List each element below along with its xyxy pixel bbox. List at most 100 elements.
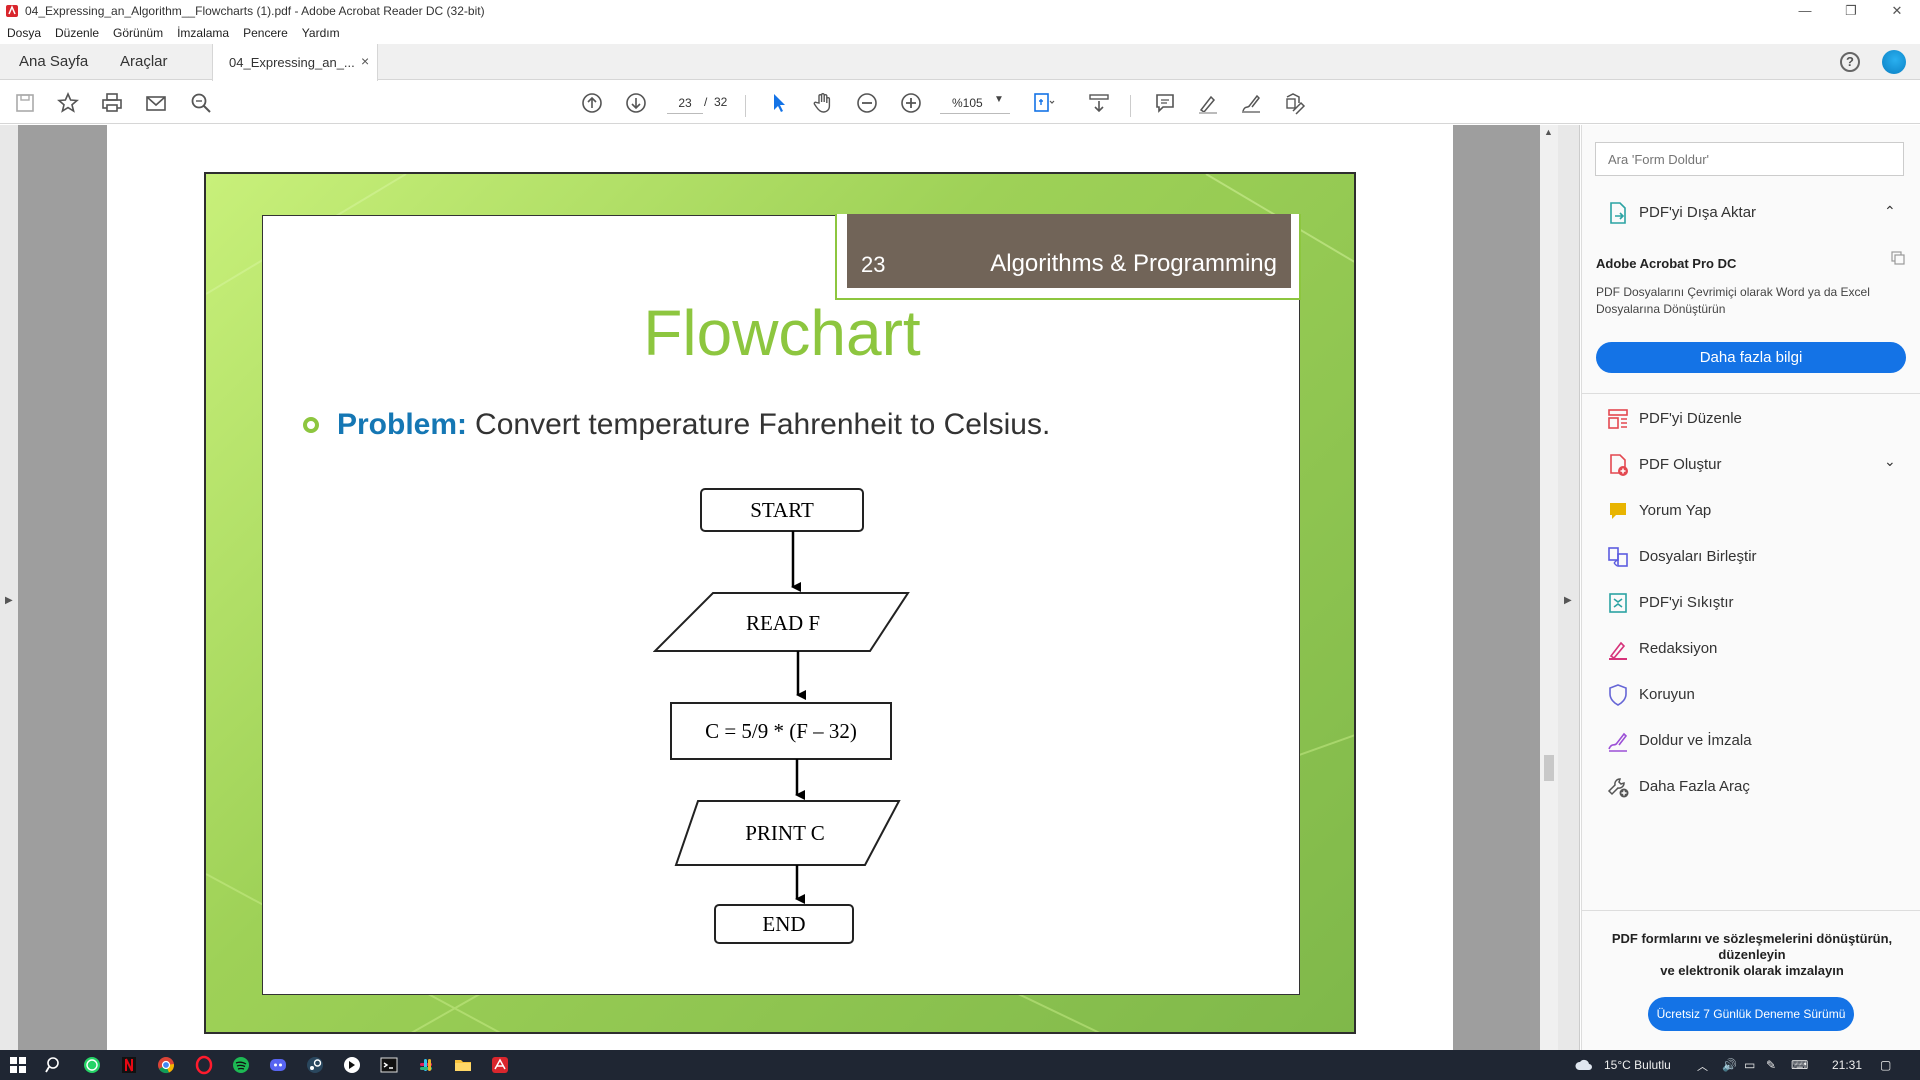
windows-start-icon[interactable] (8, 1055, 28, 1075)
tool-label: Daha Fazla Araç (1639, 778, 1750, 795)
tray-chevron-icon[interactable]: ︿ (1697, 1058, 1708, 1074)
tool-create-pdf[interactable]: PDF Oluştur ⌄ (1582, 447, 1920, 483)
weather-cloud-icon[interactable] (1574, 1055, 1594, 1075)
slack-icon[interactable] (416, 1055, 436, 1075)
toolbar-divider (745, 95, 746, 117)
acrobat-taskbar-icon[interactable] (490, 1055, 510, 1075)
restore-button[interactable]: ❐ (1828, 0, 1874, 22)
chevron-up-icon[interactable]: ⌃ (1884, 203, 1896, 220)
opera-icon[interactable] (194, 1055, 214, 1075)
save-icon[interactable] (12, 90, 38, 116)
chevron-down-icon[interactable]: ⌄ (1884, 453, 1896, 470)
highlight-pen-icon[interactable] (1195, 90, 1221, 116)
flow-process-label: C = 5/9 * (F – 32) (705, 719, 857, 743)
slide-course-title: Algorithms & Programming (990, 250, 1277, 277)
search-zoom-icon[interactable] (188, 90, 214, 116)
spotify-icon[interactable] (231, 1055, 251, 1075)
select-cursor-icon[interactable] (766, 90, 792, 116)
notification-icon[interactable]: ▢ (1880, 1058, 1891, 1072)
menu-view[interactable]: Görünüm (113, 26, 163, 40)
tools-search-input[interactable] (1595, 142, 1904, 176)
panel-divider (1582, 393, 1920, 394)
whatsapp-icon[interactable] (82, 1055, 102, 1075)
tool-comment[interactable]: Yorum Yap (1582, 493, 1920, 529)
comment-icon[interactable] (1152, 90, 1178, 116)
left-pane-toggle[interactable]: ▶ (0, 125, 18, 1050)
edit-pdf-icon (1608, 409, 1628, 429)
trial-promo: PDF formlarını ve sözleşmelerini dönüştü… (1582, 910, 1920, 1050)
fit-page-icon[interactable] (1030, 90, 1056, 116)
scroll-mode-icon[interactable] (1086, 90, 1112, 116)
share-edit-icon[interactable] (1282, 90, 1308, 116)
tool-compress-pdf[interactable]: PDF'yi Sıkıştır (1582, 585, 1920, 621)
print-icon[interactable] (99, 90, 125, 116)
tool-protect[interactable]: Koruyun (1582, 677, 1920, 713)
scroll-thumb[interactable] (1544, 755, 1554, 781)
weather-text[interactable]: 15°C Bulutlu (1604, 1058, 1671, 1072)
help-icon[interactable]: ? (1840, 52, 1860, 72)
vertical-scrollbar[interactable]: ▲ (1540, 125, 1558, 1050)
menu-window[interactable]: Pencere (243, 26, 288, 40)
comment-tool-icon (1610, 503, 1626, 519)
windows-taskbar: 15°C Bulutlu ︿ 🔊 ▭ ✎ ⌨ 21:31 ▢ (0, 1050, 1920, 1080)
next-page-icon[interactable] (623, 90, 649, 116)
slide-content-frame: 23 Algorithms & Programming Flowchart Pr… (262, 214, 1301, 995)
file-explorer-icon[interactable] (453, 1055, 473, 1075)
minimize-button[interactable]: — (1782, 0, 1828, 22)
netflix-icon[interactable] (119, 1055, 139, 1075)
trial-promo-line-2: ve elektronik olarak imzalayın (1660, 963, 1844, 978)
pen-icon[interactable]: ✎ (1766, 1058, 1776, 1072)
network-icon[interactable]: ▭ (1744, 1058, 1755, 1072)
hand-tool-icon[interactable] (810, 90, 836, 116)
menu-edit[interactable]: Düzenle (55, 26, 99, 40)
free-trial-button[interactable]: Ücretsiz 7 Günlük Deneme Sürümü (1648, 997, 1854, 1031)
menu-sign[interactable]: İmzalama (177, 26, 229, 40)
expand-left-icon[interactable]: ▶ (5, 595, 13, 606)
tab-document[interactable]: 04_Expressing_an_... × (212, 44, 378, 81)
tool-redact[interactable]: Redaksiyon (1582, 631, 1920, 667)
discord-icon[interactable] (268, 1055, 288, 1075)
close-window-button[interactable]: ✕ (1874, 0, 1920, 22)
export-pdf-tool[interactable]: PDF'yi Dışa Aktar ⌃ (1582, 195, 1920, 231)
terminal-icon[interactable] (379, 1055, 399, 1075)
tab-close-icon[interactable]: × (361, 53, 369, 69)
scroll-up-icon[interactable]: ▲ (1544, 127, 1553, 137)
email-icon[interactable] (143, 90, 169, 116)
combine-files-icon (1608, 547, 1628, 567)
zoom-out-icon[interactable] (854, 90, 880, 116)
tab-home[interactable]: Ana Sayfa (19, 53, 88, 70)
app-icon[interactable] (342, 1055, 362, 1075)
page-number-input[interactable]: 23 (667, 92, 703, 114)
learn-more-button[interactable]: Daha fazla bilgi (1596, 342, 1906, 373)
volume-icon[interactable]: 🔊 (1722, 1058, 1737, 1072)
tool-combine-files[interactable]: Dosyaları Birleştir (1582, 539, 1920, 575)
tool-fill-sign[interactable]: Doldur ve İmzala (1582, 723, 1920, 759)
user-avatar[interactable] (1882, 50, 1906, 74)
zoom-in-icon[interactable] (898, 90, 924, 116)
menu-file[interactable]: Dosya (7, 26, 41, 40)
previous-page-icon[interactable] (579, 90, 605, 116)
tool-edit-pdf[interactable]: PDF'yi Düzenle (1582, 401, 1920, 437)
steam-icon[interactable] (305, 1055, 325, 1075)
tab-tools[interactable]: Araçlar (120, 53, 168, 70)
create-pdf-icon (1610, 454, 1628, 476)
wrench-plus-icon (1607, 778, 1629, 798)
flowchart: START READ F C = 5/9 * (F – 32) PRINT C (653, 488, 910, 944)
search-icon[interactable] (44, 1055, 64, 1075)
sign-icon[interactable] (1238, 90, 1264, 116)
tools-pane: PDF'yi Dışa Aktar ⌃ Adobe Acrobat Pro DC… (1581, 125, 1920, 1050)
bullet-circle-icon (303, 417, 319, 433)
keyboard-icon[interactable]: ⌨ (1791, 1058, 1808, 1072)
chrome-icon[interactable] (156, 1055, 176, 1075)
collapse-right-icon[interactable]: ▶ (1564, 595, 1572, 606)
star-icon[interactable] (55, 90, 81, 116)
menu-help[interactable]: Yardım (302, 26, 340, 40)
zoom-dropdown-icon[interactable]: ▼ (994, 94, 1004, 105)
dismiss-promo-icon[interactable] (1890, 250, 1906, 266)
window-title: 04_Expressing_an_Algorithm__Flowcharts (… (25, 4, 485, 18)
clock-time[interactable]: 21:31 (1832, 1058, 1862, 1072)
tool-more-tools[interactable]: Daha Fazla Araç (1582, 769, 1920, 805)
page-separator: / (704, 95, 708, 109)
flow-start-label: START (750, 498, 814, 522)
right-pane-toggle[interactable]: ▶ (1558, 125, 1580, 1050)
